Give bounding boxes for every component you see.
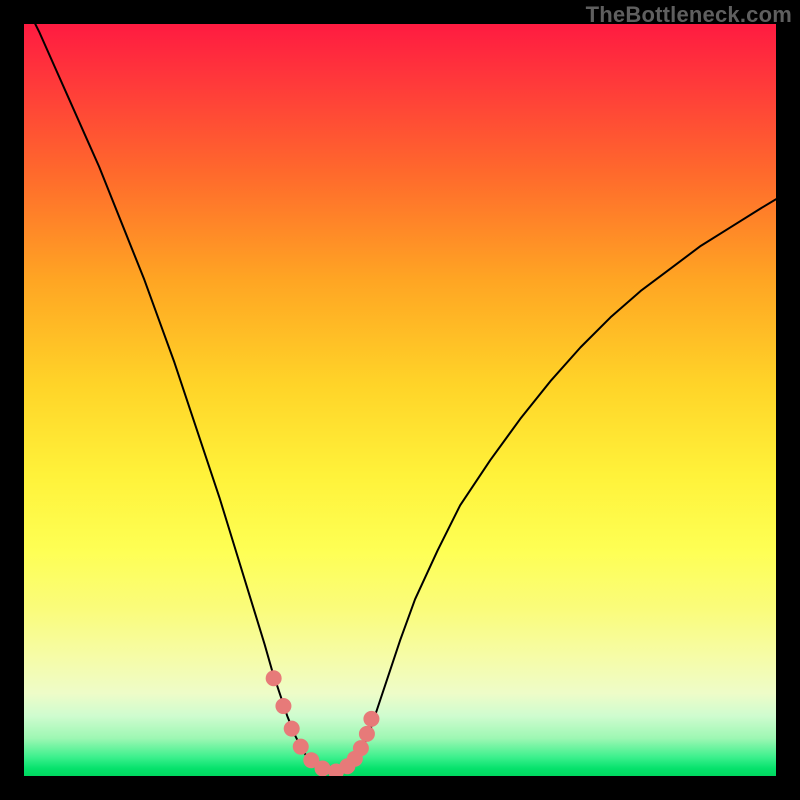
chart-marker — [293, 739, 309, 755]
chart-marker — [275, 698, 291, 714]
chart-marker — [353, 740, 369, 756]
chart-marker — [284, 721, 300, 737]
chart-marker — [363, 711, 379, 727]
chart-frame: TheBottleneck.com — [0, 0, 800, 800]
chart-marker — [359, 726, 375, 742]
chart-plot-area — [24, 24, 776, 776]
watermark-text: TheBottleneck.com — [586, 2, 792, 28]
chart-marker — [315, 760, 331, 776]
chart-marker — [266, 670, 282, 686]
chart-markers — [24, 24, 776, 776]
